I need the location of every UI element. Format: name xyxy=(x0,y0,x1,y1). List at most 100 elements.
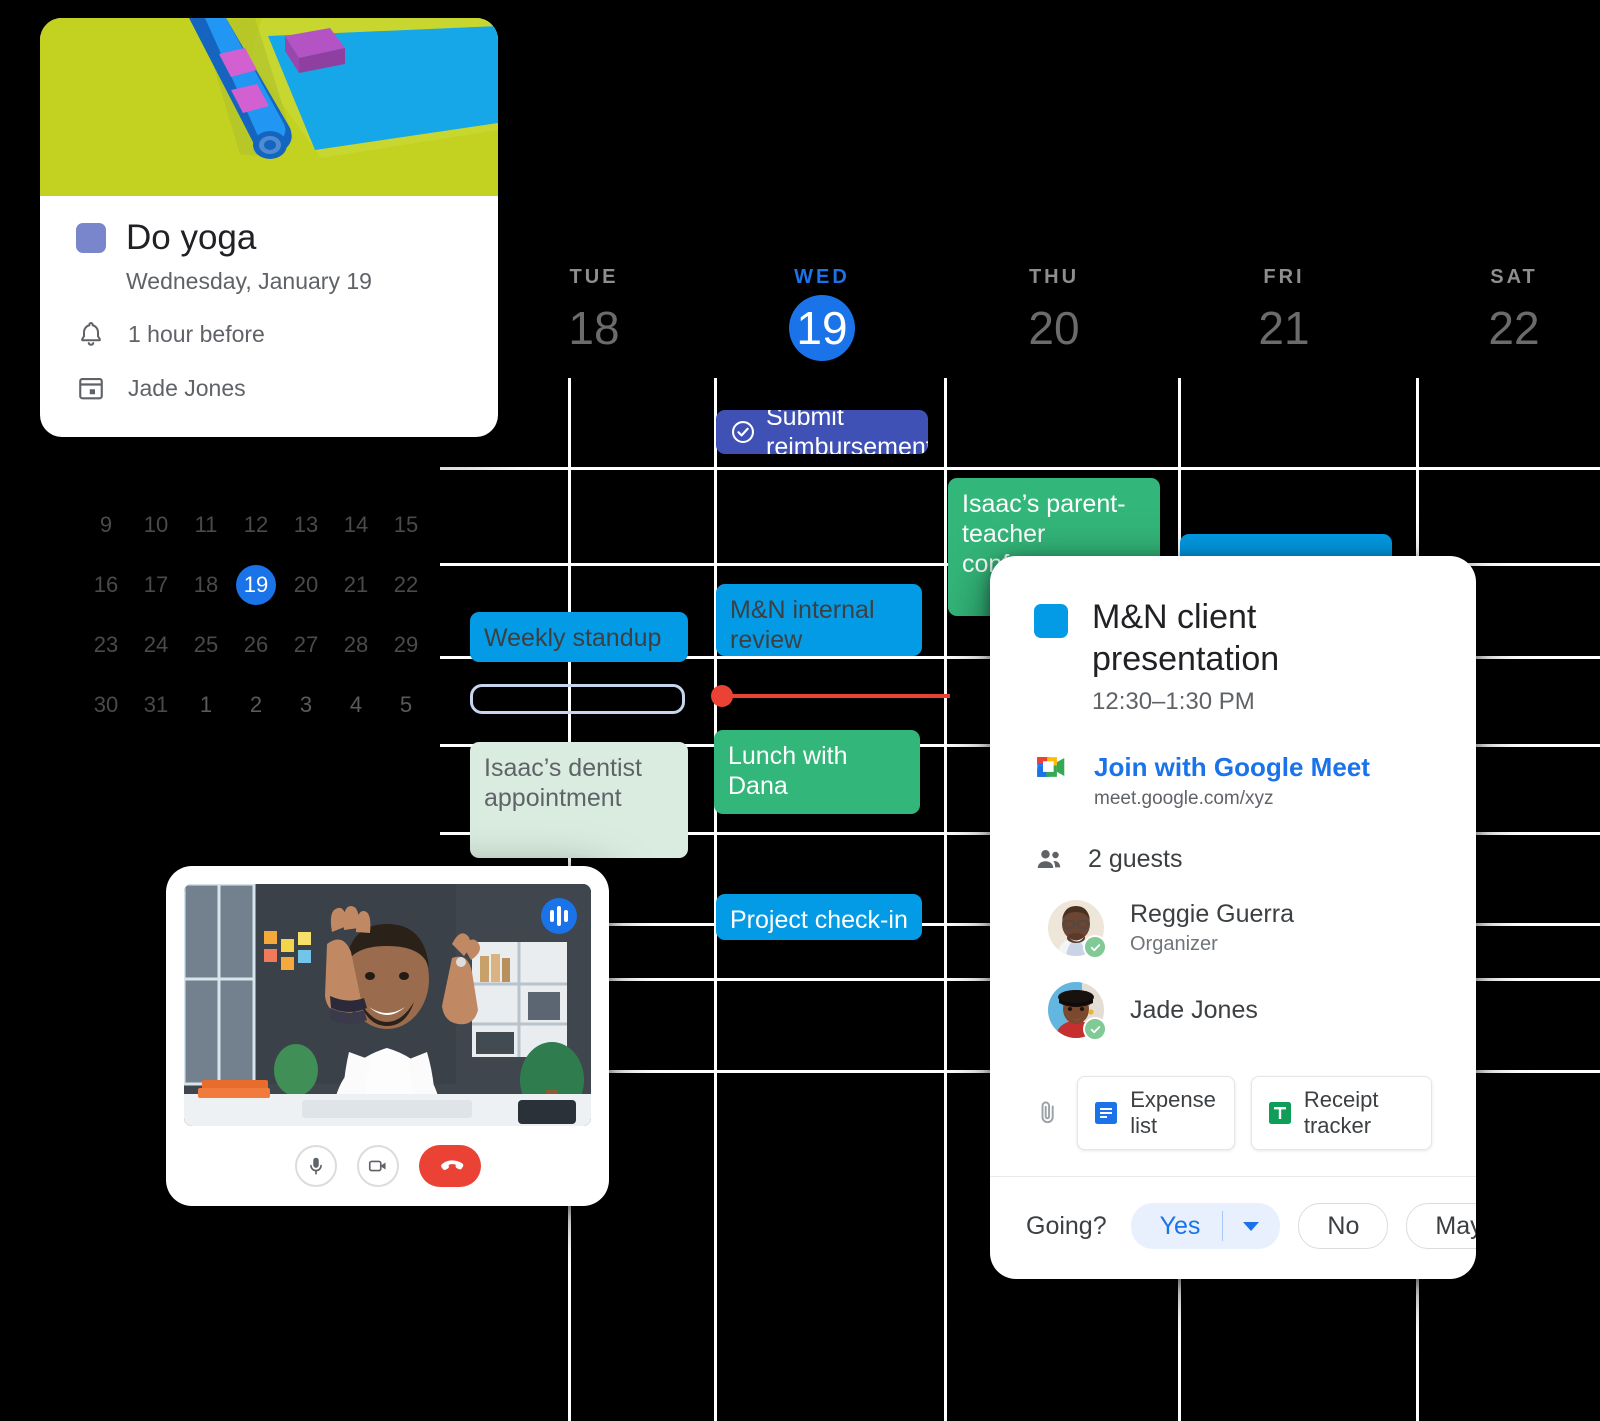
camera-button[interactable] xyxy=(356,1145,399,1187)
mini-cal-day[interactable]: 22 xyxy=(386,565,426,605)
yoga-title-row: Do yoga xyxy=(76,218,462,258)
mini-cal-day[interactable]: 25 xyxy=(186,625,226,665)
guest-count-row: 2 guests xyxy=(1034,844,1432,874)
video-call-controls xyxy=(184,1126,591,1206)
yoga-card-body: Do yoga Wednesday, January 19 1 hour bef… xyxy=(40,196,498,437)
mini-cal-day[interactable]: 28 xyxy=(336,625,376,665)
mini-cal-day-selected[interactable]: 19 xyxy=(236,565,276,605)
event-card-do-yoga[interactable]: Do yoga Wednesday, January 19 1 hour bef… xyxy=(40,18,498,437)
mini-cal-day[interactable]: 3 xyxy=(286,685,326,725)
google-sheets-icon xyxy=(1268,1102,1291,1124)
paperclip-icon xyxy=(1041,1101,1054,1124)
mini-cal-day[interactable]: 2 xyxy=(236,685,276,725)
mini-cal-day[interactable]: 31 xyxy=(136,685,176,725)
guest-row-reggie[interactable]: Reggie Guerra Organizer xyxy=(1048,900,1432,959)
yoga-mat-illustration xyxy=(40,18,498,196)
mini-cal-day[interactable]: 29 xyxy=(386,625,426,665)
mini-cal-day[interactable]: 21 xyxy=(336,565,376,605)
mini-cal-day[interactable]: 10 xyxy=(136,505,176,545)
day-header-wed[interactable]: WED 19 xyxy=(732,266,912,361)
day-header-sat[interactable]: SAT 22 xyxy=(1424,266,1600,357)
meet-url: meet.google.com/xyz xyxy=(1094,788,1274,809)
mini-cal-day[interactable]: 15 xyxy=(386,505,426,545)
event-new-slot-selected[interactable] xyxy=(470,684,685,714)
grid-vline xyxy=(944,378,947,1421)
mini-cal-day[interactable]: 5 xyxy=(386,685,426,725)
event-title: Weekly standup xyxy=(484,624,662,652)
day-header-thu[interactable]: THU 20 xyxy=(964,266,1144,357)
check-icon xyxy=(1090,943,1100,951)
event-title: Do yoga xyxy=(126,218,257,257)
microphone-button[interactable] xyxy=(294,1145,337,1187)
day-number-today: 19 xyxy=(789,295,855,361)
rsvp-prompt: Going? xyxy=(1026,1211,1107,1240)
mini-cal-day[interactable]: 9 xyxy=(86,505,126,545)
event-detail-title-row: M&N client presentation xyxy=(1034,596,1432,680)
attachment-receipt-tracker[interactable]: Receipt tracker xyxy=(1250,1076,1432,1150)
day-abbr: THU xyxy=(1028,266,1080,288)
calendar-color-swatch xyxy=(1034,604,1068,638)
event-title: Lunch with Dana xyxy=(728,742,848,800)
attachment-label: Receipt tracker xyxy=(1303,1087,1379,1138)
reminder-text: 1 hour before xyxy=(128,320,265,347)
guest-role: Organizer xyxy=(1130,933,1218,955)
day-number: 22 xyxy=(1488,302,1540,354)
mini-cal-day[interactable]: 18 xyxy=(186,565,226,605)
rsvp-row: Going? Yes No Maybe xyxy=(990,1176,1476,1279)
guest-name: Jade Jones xyxy=(1130,995,1258,1024)
attachment-expense-list[interactable]: Expense list xyxy=(1077,1076,1235,1150)
day-header-tue[interactable]: TUE 18 xyxy=(504,266,684,357)
attachment-label: Expense list xyxy=(1130,1087,1216,1138)
mini-cal-day[interactable]: 27 xyxy=(286,625,326,665)
chevron-down-icon xyxy=(1243,1221,1260,1231)
check-icon xyxy=(1090,1025,1100,1033)
mini-cal-day[interactable]: 1 xyxy=(186,685,226,725)
calendar-owner: Jade Jones xyxy=(128,374,246,401)
event-submit-reimbursement[interactable]: Submit reimbursement xyxy=(716,410,928,454)
mini-cal-day[interactable]: 26 xyxy=(236,625,276,665)
end-call-button[interactable] xyxy=(418,1145,481,1187)
rsvp-accepted-badge xyxy=(1083,1017,1107,1041)
mini-cal-day[interactable]: 13 xyxy=(286,505,326,545)
event-weekly-standup[interactable]: Weekly standup xyxy=(470,612,688,662)
join-meet-link[interactable]: Join with Google Meet xyxy=(1094,752,1370,782)
event-project-check-in[interactable]: Project check-in xyxy=(716,894,922,940)
day-number: 18 xyxy=(568,302,620,354)
mini-cal-day[interactable]: 24 xyxy=(136,625,176,665)
yoga-illustration xyxy=(40,18,498,196)
mini-cal-day[interactable]: 30 xyxy=(86,685,126,725)
mini-cal-day[interactable]: 16 xyxy=(86,565,126,605)
video-call-widget[interactable] xyxy=(166,866,609,1206)
mini-cal-day[interactable]: 4 xyxy=(336,685,376,725)
rsvp-yes-dropdown[interactable] xyxy=(1223,1221,1279,1231)
event-title: M&N internal review xyxy=(730,596,875,654)
mini-cal-day[interactable]: 17 xyxy=(136,565,176,605)
calendar-icon xyxy=(79,377,103,400)
rsvp-no-button[interactable]: No xyxy=(1298,1203,1389,1249)
day-abbr: TUE xyxy=(569,266,619,288)
event-lunch-with-dana[interactable]: Lunch with Dana xyxy=(714,730,920,814)
reminder-row: 1 hour before xyxy=(76,319,462,349)
event-mn-internal-review[interactable]: M&N internal review xyxy=(716,584,922,656)
current-time-line xyxy=(722,694,950,698)
rsvp-yes-button[interactable]: Yes xyxy=(1130,1203,1281,1249)
attachments-row: Expense list Receipt tracker xyxy=(1034,1076,1432,1150)
google-meet-row[interactable]: Join with Google Meet meet.google.com/xy… xyxy=(1034,752,1432,810)
people-icon xyxy=(1037,850,1061,868)
event-title: Project check-in xyxy=(730,906,908,934)
mini-cal-day[interactable]: 14 xyxy=(336,505,376,545)
event-isaac-dentist-appointment[interactable]: Isaac’s dentist appointment xyxy=(470,742,688,858)
current-time-dot xyxy=(711,685,733,707)
mini-calendar[interactable]: 9 10 11 12 13 14 15 16 17 18 19 20 21 22… xyxy=(86,505,426,745)
google-meet-icon xyxy=(1037,757,1065,777)
day-header-fri[interactable]: FRI 21 xyxy=(1194,266,1374,357)
guest-row-jade[interactable]: Jade Jones xyxy=(1048,982,1432,1041)
day-abbr: SAT xyxy=(1490,266,1538,288)
mini-cal-day[interactable]: 20 xyxy=(286,565,326,605)
mini-cal-day[interactable]: 12 xyxy=(236,505,276,545)
rsvp-maybe-button[interactable]: Maybe xyxy=(1406,1203,1476,1249)
video-call-inner xyxy=(166,866,609,1206)
mini-cal-day[interactable]: 11 xyxy=(186,505,226,545)
mini-cal-day[interactable]: 23 xyxy=(86,625,126,665)
event-detail-popup[interactable]: M&N client presentation 12:30–1:30 PM Jo… xyxy=(990,556,1476,1279)
